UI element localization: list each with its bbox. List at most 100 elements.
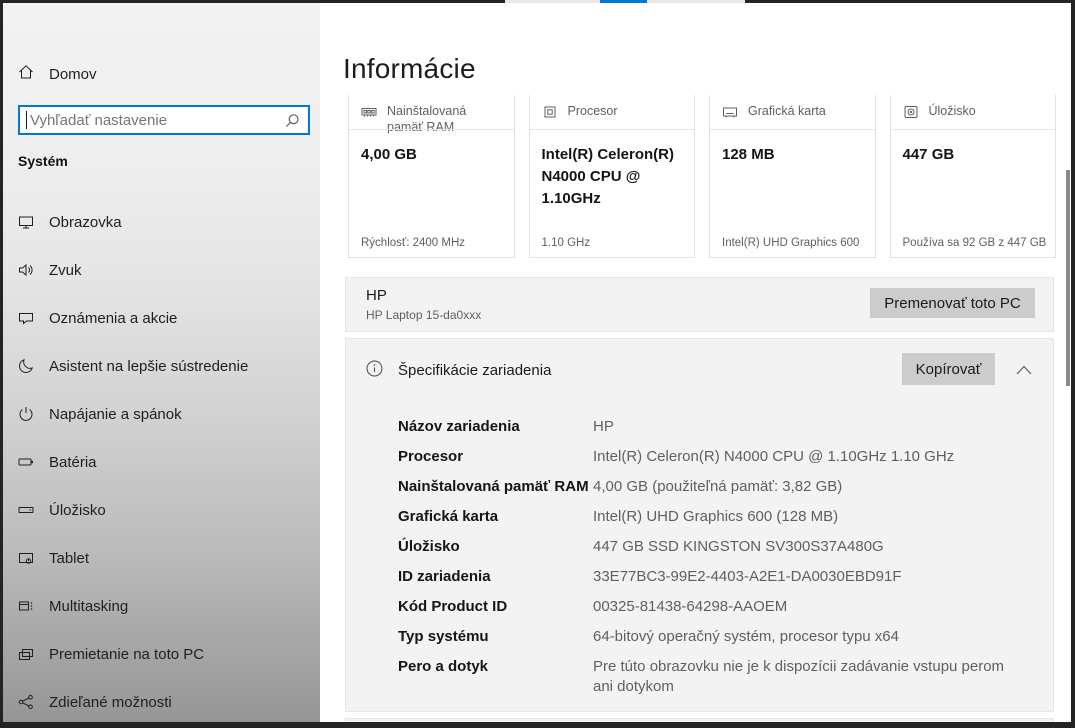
chevron-up-icon (1016, 365, 1032, 375)
sidebar-item-display[interactable]: Obrazovka (3, 198, 320, 246)
spec-label: Nainštalovaná pamäť RAM (398, 477, 593, 497)
spec-row: ID zariadenia 33E77BC3-99E2-4403-A2E1-DA… (398, 567, 1031, 587)
card-value: 128 MB (722, 144, 867, 166)
card-value: 4,00 GB (361, 144, 506, 166)
sidebar-item-label: Zvuk (49, 262, 82, 279)
sidebar-item-label: Oznámenia a akcie (49, 310, 177, 327)
card-label: Procesor (568, 103, 618, 120)
focus-assist-icon (18, 358, 34, 374)
spec-value: Intel(R) UHD Graphics 600 (128 MB) (593, 507, 838, 527)
spec-row: Nainštalovaná pamäť RAM 4,00 GB (použite… (398, 477, 1031, 497)
spec-value: 33E77BC3-99E2-4403-A2E1-DA0030EBD91F (593, 567, 902, 587)
divider (710, 129, 875, 130)
spec-value: 64-bitový operačný systém, procesor typu… (593, 627, 899, 647)
sidebar-item-label: Zdieľané možnosti (49, 694, 172, 711)
card-value: Intel(R) Celeron(R) N4000 CPU @ 1.10GHz (542, 144, 687, 210)
card-graphics: Grafická karta 128 MB Intel(R) UHD Graph… (709, 95, 876, 258)
multitasking-icon (18, 598, 34, 614)
display-icon (18, 214, 34, 230)
divider (891, 129, 1056, 130)
divider (530, 129, 695, 130)
collapse-button[interactable] (1013, 359, 1035, 381)
device-specifications-panel: Špecifikácie zariadenia Kopírovať Názov … (345, 338, 1054, 712)
sidebar-item-label: Premietanie na toto PC (49, 646, 204, 663)
sidebar-item-label: Obrazovka (49, 214, 122, 231)
gpu-icon (722, 104, 738, 120)
share-icon (18, 694, 34, 710)
rename-panel: HP HP Laptop 15-da0xxx Premenovať toto P… (345, 277, 1054, 332)
project-icon (18, 646, 34, 662)
card-value: 447 GB (903, 144, 1048, 166)
spec-value: 447 GB SSD KINGSTON SV300S37A480G (593, 537, 884, 557)
sidebar-item-label: Asistent na lepšie sústredenie (49, 358, 248, 375)
sidebar-item-shared-experiences[interactable]: Zdieľané možnosti (3, 678, 320, 722)
disk-icon (903, 104, 919, 120)
sidebar-item-home[interactable]: Domov (18, 56, 97, 92)
spec-row: Grafická karta Intel(R) UHD Graphics 600… (398, 507, 1031, 527)
sidebar-item-storage[interactable]: Úložisko (3, 486, 320, 534)
sidebar-item-tablet[interactable]: Tablet (3, 534, 320, 582)
cpu-icon (542, 104, 558, 120)
device-model: HP Laptop 15-da0xxx (366, 308, 481, 322)
spec-value: Pre túto obrazovku nie je k dispozícii z… (593, 657, 1005, 697)
info-icon (366, 360, 383, 382)
spec-row: Procesor Intel(R) Celeron(R) N4000 CPU @… (398, 447, 1031, 467)
spec-row: Úložisko 447 GB SSD KINGSTON SV300S37A48… (398, 537, 1031, 557)
sidebar-item-focus-assist[interactable]: Asistent na lepšie sústredenie (3, 342, 320, 390)
spec-label: ID zariadenia (398, 567, 593, 587)
spec-row: Kód Product ID 00325-81438-64298-AAOEM (398, 597, 1031, 617)
specs-rows: Názov zariadenia HP Procesor Intel(R) Ce… (398, 417, 1031, 707)
home-icon (18, 64, 34, 84)
settings-window: Nastavenia Domov (3, 3, 1071, 722)
card-processor: Procesor Intel(R) Celeron(R) N4000 CPU @… (529, 95, 696, 258)
sidebar: Domov Systém Obrazovka Zvuk (3, 3, 320, 722)
card-label: Nainštalovaná pamäť RAM (387, 103, 504, 135)
card-footer: 1.10 GHz (542, 237, 591, 249)
card-storage: Úložisko 447 GB Používa sa 92 GB z 447 G… (890, 95, 1057, 258)
sidebar-home-label: Domov (49, 66, 97, 83)
battery-icon (18, 454, 34, 470)
page-title: Informácie (343, 53, 476, 85)
spec-value: 4,00 GB (použiteľná pamäť: 3,82 GB) (593, 477, 842, 497)
sidebar-item-notifications[interactable]: Oznámenia a akcie (3, 294, 320, 342)
sidebar-item-projecting[interactable]: Premietanie na toto PC (3, 630, 320, 678)
divider (349, 129, 514, 130)
spec-label: Kód Product ID (398, 597, 593, 617)
spec-row: Názov zariadenia HP (398, 417, 1031, 437)
sidebar-item-multitasking[interactable]: Multitasking (3, 582, 320, 630)
sidebar-item-label: Batéria (49, 454, 97, 471)
screen: Nastavenia Domov (0, 0, 1075, 728)
main-content: Informácie Nainštalovaná pamäť RAM 4,00 … (320, 3, 1071, 722)
card-footer: Používa sa 92 GB z 447 GB (903, 237, 1047, 249)
sidebar-item-sound[interactable]: Zvuk (3, 246, 320, 294)
spec-label: Názov zariadenia (398, 417, 593, 437)
spec-row: Typ systému 64-bitový operačný systém, p… (398, 627, 1031, 647)
sidebar-item-power-sleep[interactable]: Napájanie a spánok (3, 390, 320, 438)
search-icon[interactable] (285, 113, 300, 128)
sidebar-item-label: Multitasking (49, 598, 128, 615)
card-label: Grafická karta (748, 103, 826, 120)
rename-pc-button[interactable]: Premenovať toto PC (870, 288, 1035, 318)
copy-button[interactable]: Kopírovať (902, 353, 995, 385)
card-footer: Rýchlosť: 2400 MHz (361, 237, 465, 249)
spec-row: Pero a dotyk Pre túto obrazovku nie je k… (398, 657, 1031, 697)
spec-value: Intel(R) Celeron(R) N4000 CPU @ 1.10GHz … (593, 447, 954, 467)
sidebar-item-label: Úložisko (49, 502, 106, 519)
sidebar-item-label: Tablet (49, 550, 89, 567)
search-box (18, 105, 310, 135)
sidebar-item-label: Napájanie a spánok (49, 406, 182, 423)
search-input[interactable] (27, 112, 285, 129)
spec-label: Typ systému (398, 627, 593, 647)
specs-panel-title: Špecifikácie zariadenia (398, 362, 551, 379)
spec-value: 00325-81438-64298-AAOEM (593, 597, 787, 617)
next-panel-edge (345, 718, 1054, 722)
card-ram: Nainštalovaná pamäť RAM 4,00 GB Rýchlosť… (348, 95, 515, 258)
card-label: Úložisko (929, 103, 976, 120)
sidebar-item-battery[interactable]: Batéria (3, 438, 320, 486)
notifications-icon (18, 310, 34, 326)
storage-icon (18, 502, 34, 518)
sound-icon (18, 262, 34, 278)
spec-label: Úložisko (398, 537, 593, 557)
spec-label: Pero a dotyk (398, 657, 593, 697)
vertical-scrollbar[interactable] (1066, 170, 1070, 386)
